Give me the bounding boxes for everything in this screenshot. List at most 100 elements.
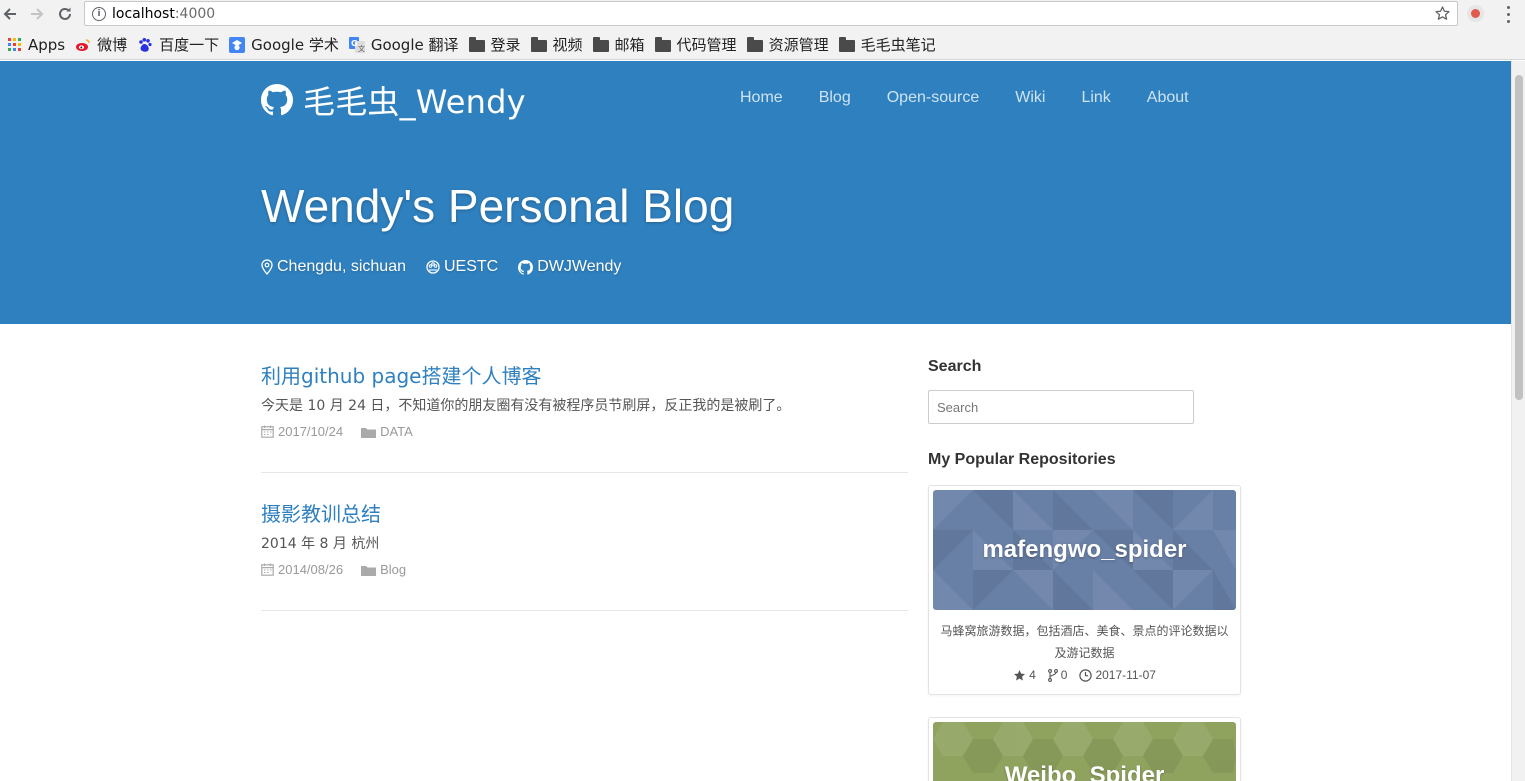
github-icon — [261, 84, 293, 116]
svg-text:文: 文 — [358, 44, 365, 53]
bookmarks-bar: Apps 微博 百度一下 Google 学术 G文 Google 翻译 登录 视… — [0, 30, 1525, 60]
bookmark-google-translate[interactable]: G文 Google 翻译 — [345, 34, 465, 56]
github-username: DWJWendy — [537, 258, 622, 275]
location-meta: Chengdu, sichuan — [261, 258, 406, 276]
svg-text:G: G — [351, 39, 358, 48]
nav-open-source[interactable]: Open-source — [869, 89, 998, 107]
bookmark-label: 百度一下 — [159, 36, 220, 54]
folder-icon — [592, 36, 609, 52]
reload-icon — [59, 7, 71, 20]
bookmark-star-icon[interactable] — [1434, 5, 1451, 22]
repo-stats: 4 0 2017-11-07 — [933, 668, 1236, 682]
bookmark-apps[interactable]: Apps — [2, 34, 71, 56]
bookmark-baidu[interactable]: 百度一下 — [133, 34, 225, 56]
repo-updated: 2017-11-07 — [1079, 668, 1156, 682]
bookmark-folder-mail[interactable]: 邮箱 — [589, 34, 651, 56]
browser-menu-icon[interactable] — [1502, 6, 1514, 23]
site-brand-link[interactable]: 毛毛虫_Wendy — [261, 77, 526, 123]
bookmark-label: 视频 — [552, 36, 583, 54]
profile-meta: Chengdu, sichuan UESTC DWJWendy — [261, 258, 641, 276]
github-icon — [518, 259, 534, 275]
school-text: UESTC — [443, 258, 499, 275]
bookmark-folder-login[interactable]: 登录 — [465, 34, 527, 56]
search-heading: Search — [928, 358, 982, 375]
reload-button[interactable] — [51, 0, 79, 28]
address-bar[interactable]: i localhost:4000 — [84, 1, 1458, 26]
calendar-icon — [261, 563, 274, 576]
organization-icon — [426, 260, 440, 274]
school-meta: UESTC — [426, 258, 498, 276]
repo-card[interactable]: Weibo_Spider — [928, 717, 1241, 781]
scrollbar-thumb[interactable] — [1515, 75, 1523, 400]
post-category-text: Blog — [380, 562, 407, 577]
repo-card[interactable]: mafengwo_spider 马蜂窝旅游数据，包括酒店、美食、景点的评论数据以… — [928, 485, 1241, 695]
post-excerpt: 2014 年 8 月 杭州 — [261, 536, 380, 552]
post-meta: 2017/10/24 DATA — [261, 424, 908, 439]
weibo-icon — [75, 37, 91, 53]
google-scholar-icon — [229, 36, 246, 53]
bookmark-label: 毛毛虫笔记 — [860, 36, 936, 54]
repo-stars-count: 4 — [1029, 668, 1036, 682]
repo-forks-count: 0 — [1060, 668, 1068, 682]
bookmark-folder-notes[interactable]: 毛毛虫笔记 — [835, 34, 942, 56]
repos-heading: My Popular Repositories — [928, 451, 1116, 468]
clock-icon — [1079, 668, 1093, 682]
bookmark-weibo[interactable]: 微博 — [71, 34, 133, 56]
forward-button[interactable] — [23, 0, 51, 28]
post-title-link[interactable]: 摄影教训总结 — [261, 499, 908, 529]
post-category[interactable]: Blog — [361, 562, 406, 577]
page-scrollbar[interactable] — [1511, 61, 1525, 781]
google-translate-icon: G文 — [348, 36, 365, 53]
post-excerpt: 今天是 10 月 24 日，不知道你的朋友圈有没有被程序员节刷屏，反正我的是被刷… — [261, 398, 791, 414]
arrow-left-icon — [3, 8, 16, 20]
nav-home[interactable]: Home — [722, 89, 801, 107]
bookmark-folder-resources[interactable]: 资源管理 — [743, 34, 835, 56]
nav-link[interactable]: Link — [1063, 89, 1128, 107]
folder-icon — [746, 36, 763, 52]
calendar-icon — [261, 425, 274, 438]
site-header: 毛毛虫_Wendy Home Blog Open-source Wiki Lin… — [0, 61, 1511, 324]
bookmark-google-scholar[interactable]: Google 学术 — [225, 34, 345, 56]
post-list: 利用github page搭建个人博客 今天是 10 月 24 日，不知道你的朋… — [261, 361, 908, 637]
site-info-icon[interactable]: i — [92, 6, 106, 21]
bookmark-label: 微博 — [97, 36, 128, 54]
post-meta: 2014/08/26 Blog — [261, 562, 908, 577]
page-viewport: 毛毛虫_Wendy Home Blog Open-source Wiki Lin… — [0, 61, 1511, 781]
repo-name: Weibo_Spider — [1004, 762, 1165, 781]
apps-grid-icon — [6, 37, 22, 53]
main-nav: Home Blog Open-source Wiki Link About — [722, 89, 1207, 107]
nav-wiki[interactable]: Wiki — [997, 89, 1063, 107]
baidu-paw-icon — [137, 37, 153, 53]
record-extension-icon[interactable] — [1467, 5, 1484, 22]
post-date: 2017/10/24 — [261, 424, 343, 439]
address-url: localhost:4000 — [112, 5, 216, 22]
nav-about[interactable]: About — [1129, 89, 1207, 107]
hero-title: Wendy's Personal Blog — [261, 180, 735, 232]
post-item: 摄影教训总结 2014 年 8 月 杭州 2014/08/26 Blog — [261, 499, 908, 611]
star-icon — [1014, 669, 1026, 680]
search-input[interactable] — [928, 390, 1194, 424]
repo-stars: 4 — [1013, 668, 1036, 682]
repo-banner[interactable]: Weibo_Spider — [933, 722, 1236, 781]
back-button[interactable] — [0, 0, 24, 28]
bookmark-folder-video[interactable]: 视频 — [527, 34, 589, 56]
post-category[interactable]: DATA — [361, 424, 413, 439]
nav-blog[interactable]: Blog — [801, 89, 869, 107]
folder-icon — [361, 427, 377, 438]
post-category-text: DATA — [380, 424, 413, 439]
post-title-link[interactable]: 利用github page搭建个人博客 — [261, 361, 908, 391]
folder-icon — [838, 36, 855, 52]
repo-banner[interactable]: mafengwo_spider — [933, 490, 1236, 610]
bookmark-label: Google 学术 — [251, 36, 339, 54]
folder-icon — [530, 36, 547, 52]
bookmark-label: 登录 — [490, 36, 521, 54]
bookmark-label: Apps — [28, 35, 66, 54]
github-profile-link[interactable]: DWJWendy — [518, 258, 621, 276]
site-brand-name: 毛毛虫_Wendy — [303, 83, 526, 121]
post-date-text: 2017/10/24 — [278, 424, 344, 439]
map-pin-icon — [261, 259, 273, 275]
bookmark-folder-code[interactable]: 代码管理 — [651, 34, 743, 56]
fork-icon — [1047, 668, 1058, 682]
folder-icon — [361, 565, 377, 576]
repo-description: 马蜂窝旅游数据，包括酒店、美食、景点的评论数据以及游记数据 — [940, 624, 1229, 660]
